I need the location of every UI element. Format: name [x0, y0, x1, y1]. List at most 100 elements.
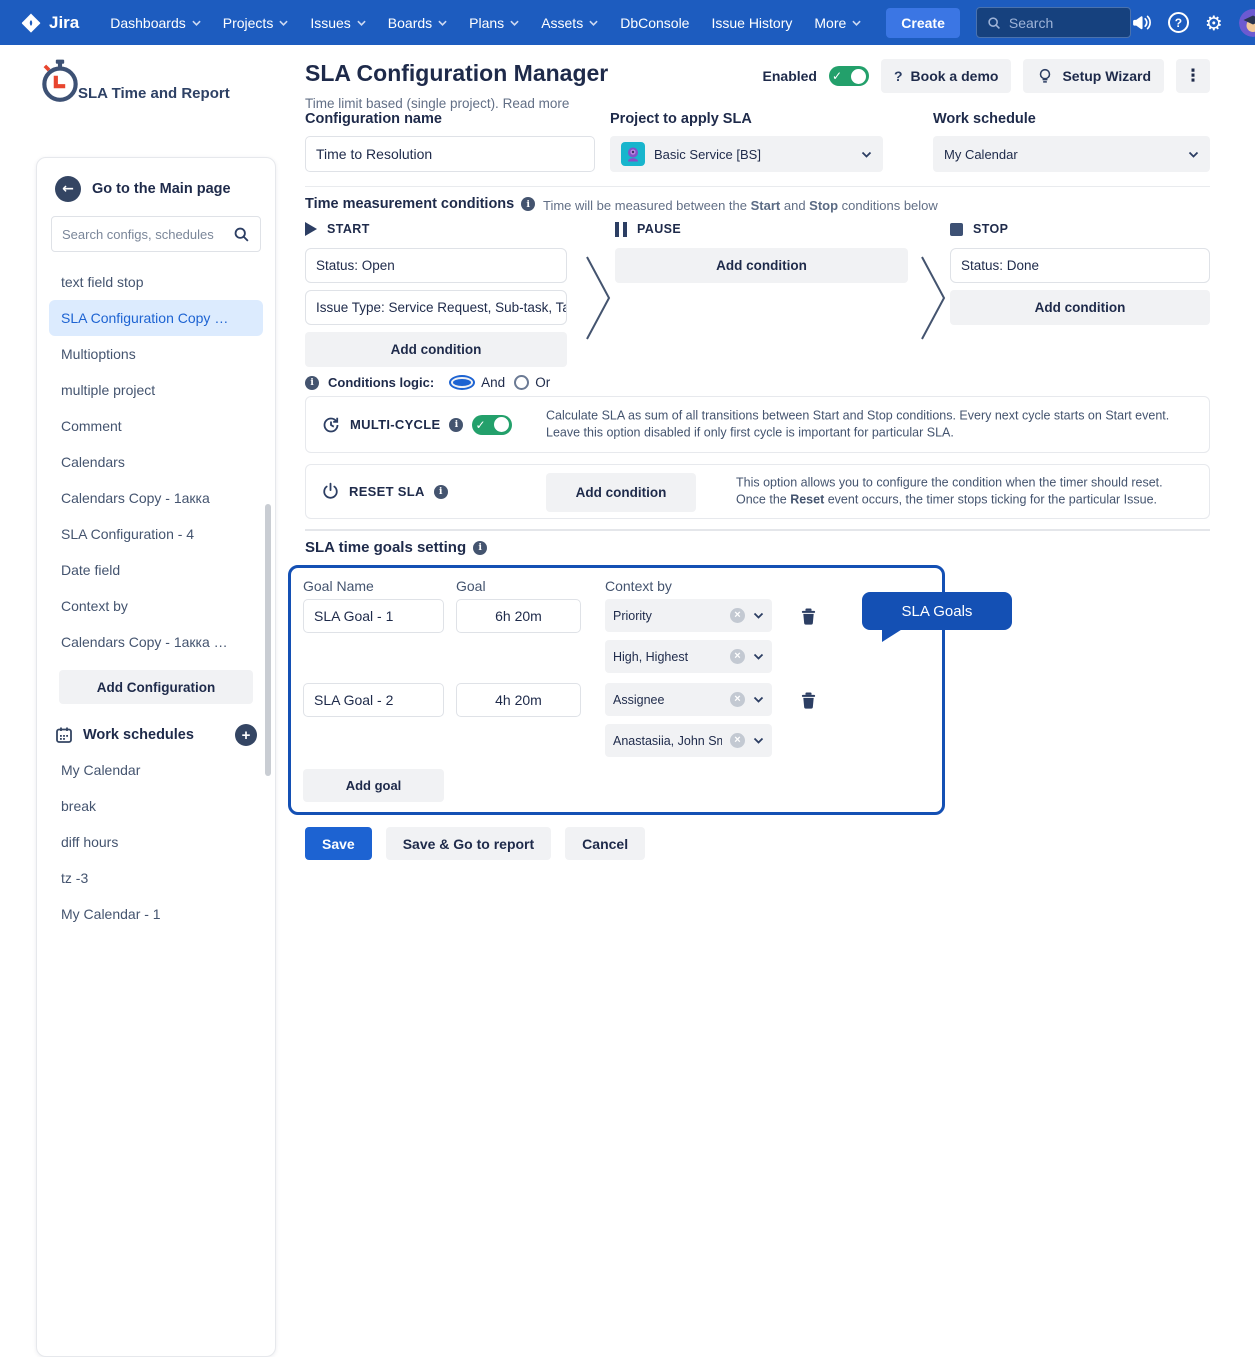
context-field-select[interactable]: Priority × — [605, 599, 772, 632]
cancel-button[interactable]: Cancel — [565, 827, 645, 860]
enabled-toggle[interactable]: ✓ — [829, 66, 869, 86]
multi-cycle-description: Calculate SLA as sum of all transitions … — [546, 407, 1193, 442]
multi-cycle-toggle[interactable]: ✓ — [472, 415, 512, 435]
pause-icon — [615, 222, 627, 237]
power-icon — [321, 482, 340, 501]
info-icon[interactable]: i — [473, 541, 487, 555]
context-values-select[interactable]: High, Highest × — [605, 640, 772, 673]
clear-icon[interactable]: × — [730, 608, 745, 623]
history-icon — [321, 415, 341, 435]
save-go-report-button[interactable]: Save & Go to report — [386, 827, 551, 860]
sidebar-item-schedule[interactable]: diff hours — [49, 824, 263, 860]
jira-brand[interactable]: Jira — [20, 12, 79, 34]
sidebar-item-schedule[interactable]: break — [49, 788, 263, 824]
stop-add-condition-button[interactable]: Add condition — [950, 290, 1210, 325]
logic-or-option[interactable]: Or — [514, 375, 550, 390]
trash-icon — [800, 607, 817, 626]
work-schedule-select[interactable]: My Calendar — [933, 136, 1210, 172]
start-condition-chip[interactable]: Issue Type: Service Request, Sub-task, T… — [305, 290, 567, 325]
info-icon[interactable]: i — [449, 418, 463, 432]
chevron-down-icon — [192, 20, 201, 26]
global-search[interactable] — [976, 7, 1131, 38]
footer-actions: Save Save & Go to report Cancel — [305, 827, 645, 860]
project-select[interactable]: Basic Service [BS] — [610, 136, 883, 172]
nav-item-more[interactable]: More — [803, 0, 872, 45]
start-add-condition-button[interactable]: Add condition — [305, 332, 567, 367]
add-goal-button[interactable]: Add goal — [303, 769, 444, 802]
create-button[interactable]: Create — [886, 8, 960, 38]
nav-item-projects[interactable]: Projects — [212, 0, 300, 45]
sidebar-item-config[interactable]: text field stop — [49, 264, 263, 300]
sidebar-item-config-selected[interactable]: SLA Configuration Copy … — [49, 300, 263, 336]
work-schedules-header: Work schedules + — [55, 724, 257, 746]
sidebar-item-config[interactable]: multiple project — [49, 372, 263, 408]
info-icon[interactable]: i — [305, 376, 319, 390]
read-more-link[interactable]: Read more — [503, 96, 570, 111]
goal-value-input[interactable] — [456, 599, 581, 633]
clear-icon[interactable]: × — [730, 692, 745, 707]
chevron-down-icon — [589, 20, 598, 26]
lightbulb-icon — [1036, 67, 1054, 85]
sidebar-item-config[interactable]: Calendars Copy - 1акка — [49, 480, 263, 516]
configs-search-input[interactable] — [62, 227, 233, 242]
kebab-menu-button[interactable]: ⋮ — [1176, 59, 1210, 93]
clear-icon[interactable]: × — [730, 649, 745, 664]
clear-icon[interactable]: × — [730, 733, 745, 748]
sidebar-item-config[interactable]: Comment — [49, 408, 263, 444]
reset-add-condition-button[interactable]: Add condition — [546, 473, 696, 512]
col-goal: Goal — [456, 578, 605, 594]
help-icon[interactable]: ? — [1168, 12, 1189, 33]
goal-name-input[interactable] — [303, 683, 444, 717]
avatar[interactable] — [1239, 9, 1255, 37]
sidebar-item-config[interactable]: Calendars Copy - 1акка … — [49, 624, 263, 660]
info-icon[interactable]: i — [521, 197, 535, 211]
avatar-image — [1239, 9, 1255, 37]
context-field-select[interactable]: Assignee × — [605, 683, 772, 716]
configuration-name-label: Configuration name — [305, 111, 595, 127]
sidebar-item-schedule[interactable]: My Calendar — [49, 752, 263, 788]
nav-item-dashboards[interactable]: Dashboards — [99, 0, 212, 45]
sidebar-item-schedule[interactable]: My Calendar - 1 — [49, 896, 263, 932]
nav-item-assets[interactable]: Assets — [530, 0, 609, 45]
nav-item-issues[interactable]: Issues — [299, 0, 376, 45]
sidebar-item-config[interactable]: Date field — [49, 552, 263, 588]
configuration-name-input[interactable] — [305, 136, 595, 172]
sidebar-scrollbar[interactable] — [265, 504, 271, 776]
goal-value-input[interactable] — [456, 683, 581, 717]
radio-or[interactable] — [514, 375, 529, 390]
delete-goal-button[interactable] — [790, 683, 826, 717]
sidebar-item-config[interactable]: SLA Configuration - 4 — [49, 516, 263, 552]
nav-item-dbconsole[interactable]: DbConsole — [609, 0, 700, 45]
gear-icon[interactable]: ⚙ — [1205, 13, 1223, 33]
sidebar-item-config[interactable]: Multioptions — [49, 336, 263, 372]
sidebar-item-config[interactable]: Calendars — [49, 444, 263, 480]
logic-and-option[interactable]: And — [449, 375, 505, 390]
configs-search[interactable] — [51, 216, 261, 252]
delete-goal-button[interactable] — [790, 599, 826, 633]
nav-item-issue-history[interactable]: Issue History — [700, 0, 803, 45]
nav-item-boards[interactable]: Boards — [377, 0, 458, 45]
start-condition-chip[interactable]: Status: Open — [305, 248, 567, 283]
nav-item-plans[interactable]: Plans — [458, 0, 530, 45]
add-configuration-button[interactable]: Add Configuration — [59, 670, 253, 704]
add-schedule-button[interactable]: + — [235, 724, 257, 746]
stopwatch-logo-icon — [36, 57, 84, 105]
save-button[interactable]: Save — [305, 827, 372, 860]
book-a-demo-button[interactable]: ? Book a demo — [881, 59, 1011, 93]
sidebar-item-config[interactable]: Context by — [49, 588, 263, 624]
goal-name-input[interactable] — [303, 599, 444, 633]
setup-wizard-button[interactable]: Setup Wizard — [1023, 59, 1164, 93]
radio-and[interactable] — [449, 375, 475, 390]
megaphone-icon[interactable] — [1131, 12, 1152, 33]
pause-header: PAUSE — [615, 221, 908, 237]
go-to-main-page[interactable]: ← Go to the Main page — [49, 172, 263, 216]
search-input[interactable] — [1009, 15, 1120, 31]
stop-condition-chip[interactable]: Status: Done — [950, 248, 1210, 283]
context-values-select[interactable]: Anastasiia, John Smit… × — [605, 724, 772, 757]
pause-add-condition-button[interactable]: Add condition — [615, 248, 908, 283]
conditions-helper-text: Time will be measured between the Start … — [543, 198, 938, 213]
sidebar-item-schedule[interactable]: tz -3 — [49, 860, 263, 896]
app-logo[interactable]: SLA Time and Report — [0, 45, 286, 105]
info-icon[interactable]: i — [434, 485, 448, 499]
project-field: Project to apply SLA Basic Service [BS] — [610, 111, 883, 172]
